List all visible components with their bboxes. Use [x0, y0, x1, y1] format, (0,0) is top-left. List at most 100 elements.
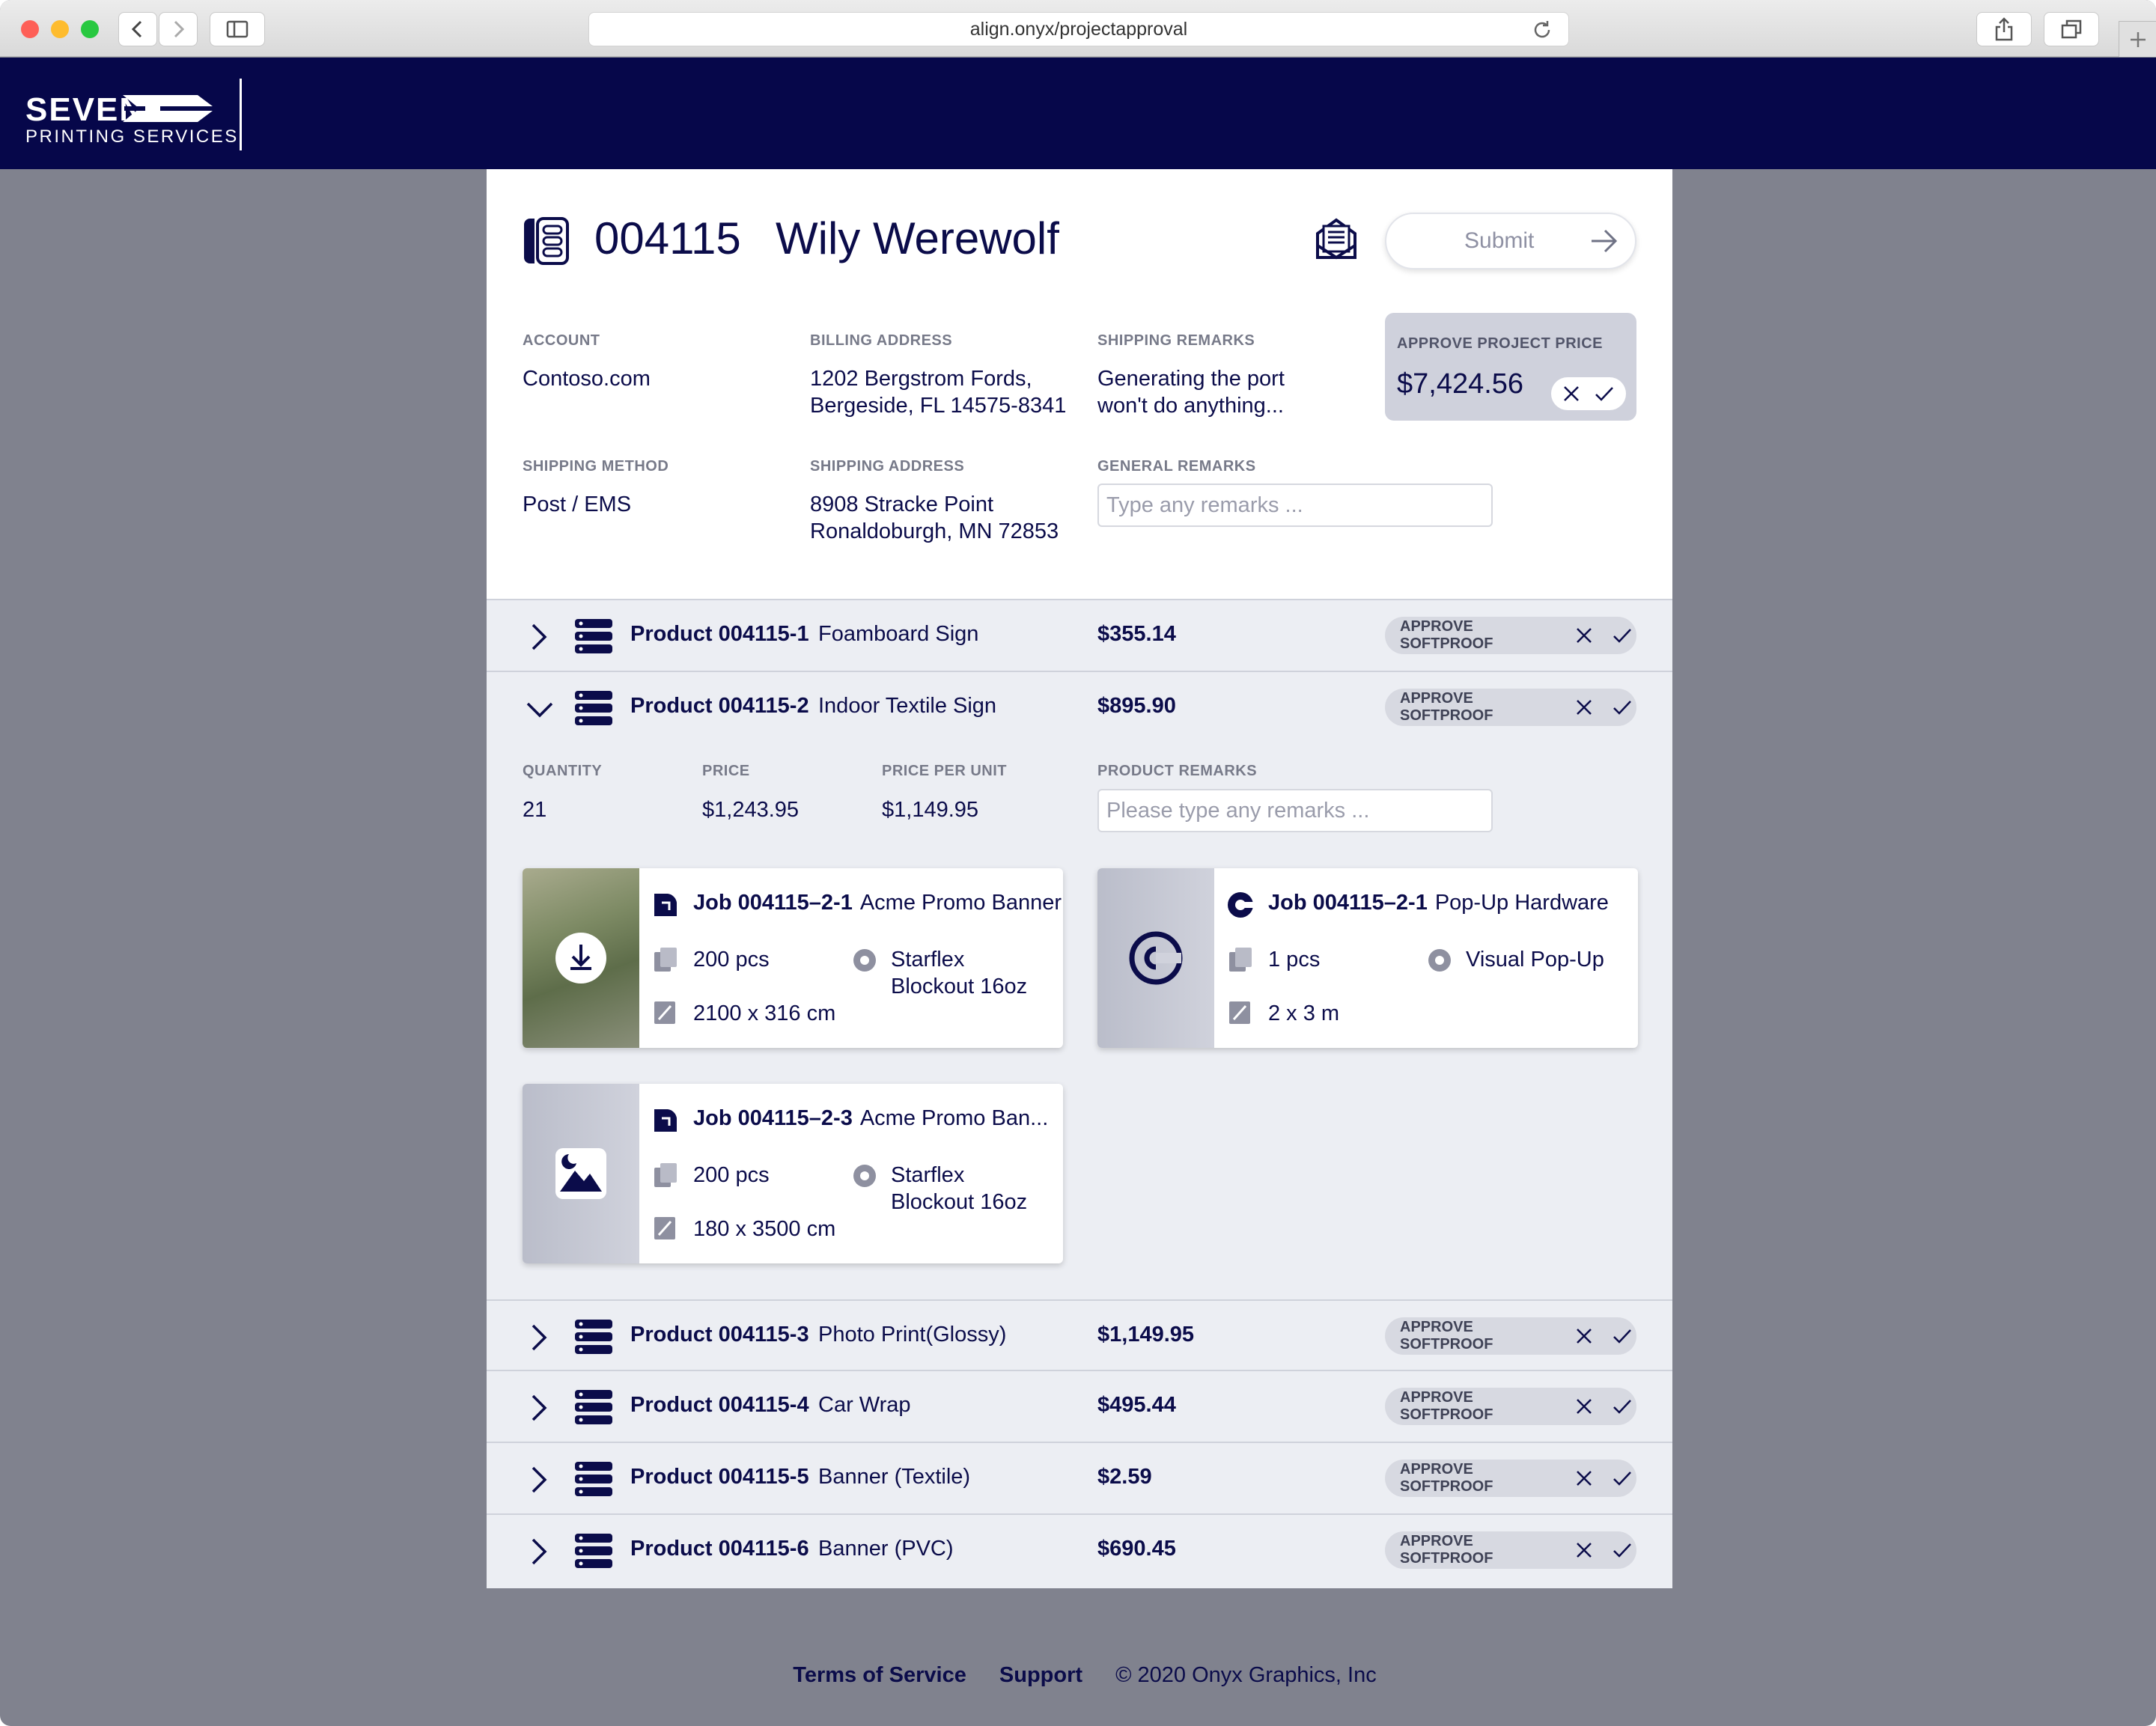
approve-icon[interactable] [1613, 698, 1632, 716]
product-row-expanded[interactable]: Product 004115-2 Indoor Textile Sign $89… [487, 672, 1672, 744]
product-name: Foamboard Sign [818, 622, 979, 646]
product-price: $495.44 [1097, 1393, 1176, 1417]
price-label: PRICE [702, 763, 750, 779]
approve-icon[interactable] [1613, 1397, 1632, 1415]
forward-button[interactable] [159, 12, 198, 46]
approve-softproof-control: APPROVE SOFTPROOF [1385, 1531, 1636, 1569]
job-material-line2: Blockout 16oz [891, 975, 1028, 998]
quantity-label: QUANTITY [523, 763, 603, 779]
approve-softproof-control: APPROVE SOFTPROOF [1385, 1317, 1636, 1355]
approve-icon[interactable] [1613, 626, 1632, 644]
approve-softproof-label: APPROVE SOFTPROOF [1400, 1319, 1493, 1353]
dimensions-icon [654, 1001, 675, 1024]
approve-softproof-control: APPROVE SOFTPROOF [1385, 1388, 1636, 1425]
job-material-line1: Visual Pop-Up [1466, 948, 1604, 972]
chevron-right-icon[interactable] [530, 1323, 548, 1352]
zoom-window-button[interactable] [81, 20, 99, 38]
tabs-button[interactable] [2044, 12, 2099, 46]
general-remarks-label: GENERAL REMARKS [1097, 458, 1256, 475]
billing-address-label: BILLING ADDRESS [810, 332, 953, 349]
back-button[interactable] [118, 12, 157, 46]
project-id: 004115 [594, 213, 741, 263]
material-roll-icon [1428, 949, 1451, 972]
job-material-line2: Blockout 16oz [891, 1190, 1028, 1214]
account-value: Contoso.com [523, 367, 651, 391]
chevron-down-icon[interactable] [526, 701, 554, 719]
approve-softproof-label: APPROVE SOFTPROOF [1400, 1389, 1493, 1423]
arrow-right-icon [1592, 229, 1618, 253]
chevron-left-icon [131, 20, 142, 38]
minimize-window-button[interactable] [51, 20, 69, 38]
reject-icon[interactable] [1575, 698, 1593, 716]
product-price: $1,149.95 [1097, 1323, 1195, 1347]
approve-icon[interactable] [1613, 1541, 1632, 1559]
product-row[interactable]: Product 004115-5 Banner (Textile) $2.59 … [487, 1443, 1672, 1515]
brand-subtitle: PRINTING SERVICES [25, 126, 239, 147]
shipping-remarks-line2: won't do anything... [1097, 394, 1284, 418]
address-bar[interactable]: align.onyx/projectapproval [588, 12, 1569, 46]
product-stack-icon [575, 1390, 612, 1424]
product-row[interactable]: Product 004115-1 Foamboard Sign $355.14 … [487, 600, 1672, 672]
product-remarks-input[interactable]: Please type any remarks ... [1097, 789, 1493, 832]
share-button[interactable] [1976, 12, 2032, 46]
reject-icon[interactable] [1575, 1397, 1593, 1415]
product-remarks-label: PRODUCT REMARKS [1097, 763, 1258, 779]
product-row[interactable]: Product 004115-6 Banner (PVC) $690.45 AP… [487, 1515, 1672, 1587]
job-quantity: 1 pcs [1268, 948, 1321, 972]
chevron-right-icon[interactable] [530, 1537, 548, 1566]
project-summary: 004115 Wily Werewolf Submit ACCOUNT Cont… [487, 169, 1672, 600]
reject-price-icon[interactable] [1563, 385, 1580, 402]
approve-icon[interactable] [1613, 1327, 1632, 1345]
terms-of-service-link[interactable]: Terms of Service [793, 1663, 966, 1687]
reject-icon[interactable] [1575, 626, 1593, 644]
job-thumbnail [523, 868, 639, 1048]
reload-icon[interactable] [1531, 19, 1553, 41]
reject-icon[interactable] [1575, 1469, 1593, 1487]
product-id: Product 004115-1 [630, 622, 809, 646]
product-row[interactable]: Product 004115-3 Photo Print(Glossy) $1,… [487, 1299, 1672, 1371]
billing-address-line1: 1202 Bergstrom Fords, [810, 367, 1032, 391]
image-placeholder-icon [555, 1148, 606, 1199]
job-name: Acme Promo Banner [859, 891, 1062, 915]
job-size: 2100 x 316 cm [693, 1001, 836, 1025]
new-tab-button[interactable] [2119, 21, 2156, 57]
sidebar-toggle-button[interactable] [210, 12, 265, 46]
product-stack-icon [575, 691, 612, 725]
download-icon[interactable] [554, 931, 608, 985]
product-id: Product 004115-6 [630, 1537, 809, 1561]
billing-address-line2: Bergeside, FL 14575-8341 [810, 394, 1067, 418]
approve-softproof-control: APPROVE SOFTPROOF [1385, 617, 1636, 654]
general-remarks-input[interactable]: Type any remarks ... [1097, 484, 1493, 527]
approve-icon[interactable] [1613, 1469, 1632, 1487]
chevron-right-icon[interactable] [530, 1466, 548, 1494]
job-id: Job 004115–2-3 [693, 1106, 853, 1130]
job-title: Job 004115–2-3 Acme Promo Ban... [693, 1106, 1048, 1131]
page-footer: Terms of Service Support © 2020 Onyx Gra… [0, 1663, 2156, 1688]
reject-icon[interactable] [1575, 1327, 1593, 1345]
reject-icon[interactable] [1575, 1541, 1593, 1559]
job-material-line1: Starflex [891, 1163, 965, 1187]
approve-softproof-label: APPROVE SOFTPROOF [1400, 618, 1493, 652]
shipping-address-line2: Ronaldoburgh, MN 72853 [810, 519, 1059, 543]
job-card[interactable]: Job 004115–2-1 Pop-Up Hardware 1 pcs Visu… [1097, 868, 1638, 1048]
project-name: Wily Werewolf [776, 213, 1059, 263]
chevron-right-icon[interactable] [530, 1394, 548, 1422]
job-card[interactable]: Job 004115–2-3 Acme Promo Ban... 200 pcs … [523, 1084, 1063, 1263]
dimensions-icon [654, 1217, 675, 1239]
job-title: Job 004115–2-1 Pop-Up Hardware [1268, 891, 1609, 915]
approve-project-price-panel: APPROVE PROJECT PRICE $7,424.56 [1385, 313, 1636, 421]
shipping-method-label: SHIPPING METHOD [523, 458, 669, 475]
chevron-right-icon[interactable] [530, 623, 548, 651]
chevron-right-icon [174, 20, 185, 38]
submit-button[interactable]: Submit [1385, 213, 1636, 269]
invoice-icon[interactable] [1313, 216, 1359, 262]
shipping-remarks-label: SHIPPING REMARKS [1097, 332, 1255, 349]
product-row[interactable]: Product 004115-4 Car Wrap $495.44 APPROV… [487, 1371, 1672, 1443]
approve-price-icon[interactable] [1595, 385, 1614, 402]
support-link[interactable]: Support [999, 1663, 1082, 1687]
job-card[interactable]: Job 004115–2-1 Acme Promo Banner 200 pcs … [523, 868, 1063, 1048]
approve-softproof-label: APPROVE SOFTPROOF [1400, 690, 1493, 724]
close-window-button[interactable] [21, 20, 39, 38]
shipping-method-value: Post / EMS [523, 493, 632, 516]
approve-softproof-control: APPROVE SOFTPROOF [1385, 689, 1636, 726]
